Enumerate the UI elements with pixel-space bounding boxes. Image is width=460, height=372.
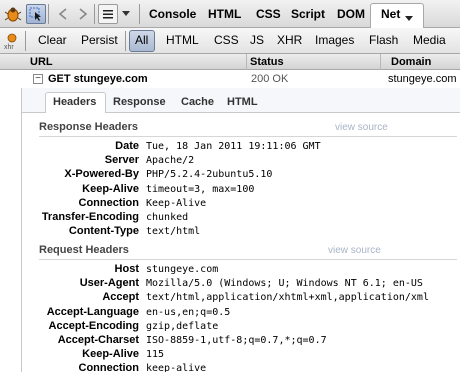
header-value: en-us,en;q=0.5 — [146, 306, 231, 318]
toolbar-divider — [125, 31, 126, 51]
filter-css[interactable]: CSS — [214, 33, 239, 47]
request-domain: stungeye.com — [388, 73, 457, 85]
firebug-icon[interactable] — [3, 4, 23, 24]
header-row: Keep-Alive 115 — [0, 348, 460, 363]
toolbar-divider — [48, 4, 49, 24]
header-value: Apache/2 — [146, 155, 195, 167]
header-name: Transfer-Encoding — [41, 211, 139, 223]
request-row[interactable]: − GET stungeye.com 200 OK stungeye.com — [0, 71, 460, 88]
header-name: Host — [114, 263, 139, 275]
header-row: Accept-Charset ISO-8859-1,utf-8;q=0.7,*;q… — [0, 334, 460, 349]
net-column-headers: URL Status Domain — [0, 54, 460, 70]
header-row: Host stungeye.com — [0, 263, 460, 278]
header-value: keep-alive — [146, 363, 207, 372]
toolbar-divider — [139, 4, 140, 24]
filter-flash[interactable]: Flash — [369, 33, 398, 47]
header-name: Accept-Encoding — [48, 319, 139, 332]
header-row: Accept-Encoding gzip,deflate — [0, 320, 460, 335]
filter-all[interactable]: All — [135, 33, 148, 47]
column-domain[interactable]: Domain — [391, 56, 431, 68]
header-name: Server — [104, 154, 139, 167]
request-label[interactable]: GET stungeye.com — [48, 73, 148, 85]
tab-html-detail[interactable]: HTML — [227, 96, 258, 108]
main-toolbar: Console HTML CSS Script DOM Net — [0, 0, 460, 28]
header-name: Keep-Alive — [82, 348, 139, 361]
header-name: Connection — [78, 362, 140, 372]
back-icon[interactable] — [53, 4, 73, 24]
menu-icon[interactable] — [98, 4, 118, 24]
forward-icon[interactable] — [73, 4, 93, 24]
filter-images[interactable]: Images — [315, 33, 354, 47]
header-name: X-Powered-By — [64, 168, 139, 181]
header-name: Accept — [102, 291, 139, 304]
tab-html[interactable]: HTML — [208, 7, 241, 21]
header-value: Mozilla/5.0 (Windows; U; Windows NT 6.1;… — [146, 278, 423, 290]
header-row: Keep-Alive timeout=3, max=100 — [0, 183, 460, 198]
header-name: Content-Type — [68, 225, 139, 238]
header-value: text/html,application/xhtml+xml,applicat… — [146, 292, 429, 304]
request-view-source-link[interactable]: view source — [328, 245, 381, 256]
header-value: PHP/5.2.4-2ubuntu5.10 — [146, 169, 273, 181]
header-row: Date Tue, 18 Jan 2011 19:11:06 GMT — [0, 140, 460, 155]
header-row: Connection keep-alive — [0, 362, 460, 372]
header-value: gzip,deflate — [146, 320, 219, 332]
response-headers-title: Response Headers — [39, 121, 139, 133]
header-value: chunked — [146, 212, 189, 223]
persist-button[interactable]: Persist — [81, 33, 118, 47]
collapse-toggle-icon[interactable]: − — [33, 74, 43, 84]
header-value: Keep-Alive — [146, 197, 207, 209]
header-value: ISO-8859-1,utf-8;q=0.7,*;q=0.7 — [146, 335, 327, 346]
header-row: User-Agent Mozilla/5.0 (Windows; U; Windo… — [0, 277, 460, 292]
filter-xhr[interactable]: XHR — [277, 33, 302, 47]
tab-cache[interactable]: Cache — [181, 96, 214, 108]
column-url[interactable]: URL — [30, 56, 53, 68]
column-divider[interactable] — [380, 54, 381, 70]
tab-dom[interactable]: DOM — [337, 7, 365, 21]
header-value: stungeye.com — [146, 264, 219, 275]
chevron-down-icon[interactable] — [120, 4, 132, 24]
header-value: timeout=3, max=100 — [146, 183, 255, 195]
filter-media[interactable]: Media — [413, 33, 446, 47]
toolbar-divider — [25, 31, 26, 51]
xhr-icon: xhr — [2, 31, 22, 51]
svg-text:xhr: xhr — [4, 44, 14, 50]
column-status[interactable]: Status — [250, 56, 284, 68]
header-name: Connection — [78, 196, 140, 209]
toolbar-divider — [94, 4, 95, 24]
header-value: text/html — [146, 226, 201, 238]
net-filter-toolbar: xhr Clear Persist All HTML CSS JS XHR Im… — [0, 28, 460, 54]
tab-css[interactable]: CSS — [256, 7, 281, 21]
header-name: Accept-Charset — [57, 334, 139, 346]
header-row: Server Apache/2 — [0, 154, 460, 169]
header-row: Accept-Language en-us,en;q=0.5 — [0, 306, 460, 321]
header-name: Accept-Language — [46, 305, 139, 318]
section-divider — [39, 136, 457, 137]
header-value: Tue, 18 Jan 2011 19:11:06 GMT — [146, 141, 321, 152]
header-row: Transfer-Encoding chunked — [0, 211, 460, 226]
column-divider[interactable] — [246, 54, 247, 70]
section-divider — [39, 259, 457, 260]
header-value: 115 — [146, 349, 165, 361]
header-name: Date — [115, 140, 139, 152]
header-name: Keep-Alive — [82, 182, 139, 195]
header-row: X-Powered-By PHP/5.2.4-2ubuntu5.10 — [0, 168, 460, 183]
header-name: User-Agent — [79, 277, 139, 290]
detail-tabs: Headers Response Cache HTML — [22, 92, 460, 114]
response-view-source-link[interactable]: view source — [335, 122, 388, 133]
header-row: Connection Keep-Alive — [0, 197, 460, 212]
tab-console[interactable]: Console — [149, 7, 196, 21]
net-dropdown-icon[interactable] — [405, 11, 413, 25]
request-status: 200 OK — [251, 73, 289, 85]
inspect-icon[interactable] — [26, 4, 46, 24]
clear-button[interactable]: Clear — [38, 33, 67, 47]
request-headers-title: Request Headers — [39, 244, 129, 256]
tab-script[interactable]: Script — [291, 7, 325, 21]
tab-response[interactable]: Response — [113, 96, 166, 108]
filter-html[interactable]: HTML — [166, 33, 199, 47]
header-row: Content-Type text/html — [0, 225, 460, 240]
tab-headers[interactable]: Headers — [53, 96, 96, 108]
header-row: Accept text/html,application/xhtml+xml,ap… — [0, 291, 460, 306]
tab-net[interactable]: Net — [381, 7, 400, 21]
filter-js[interactable]: JS — [250, 33, 264, 47]
